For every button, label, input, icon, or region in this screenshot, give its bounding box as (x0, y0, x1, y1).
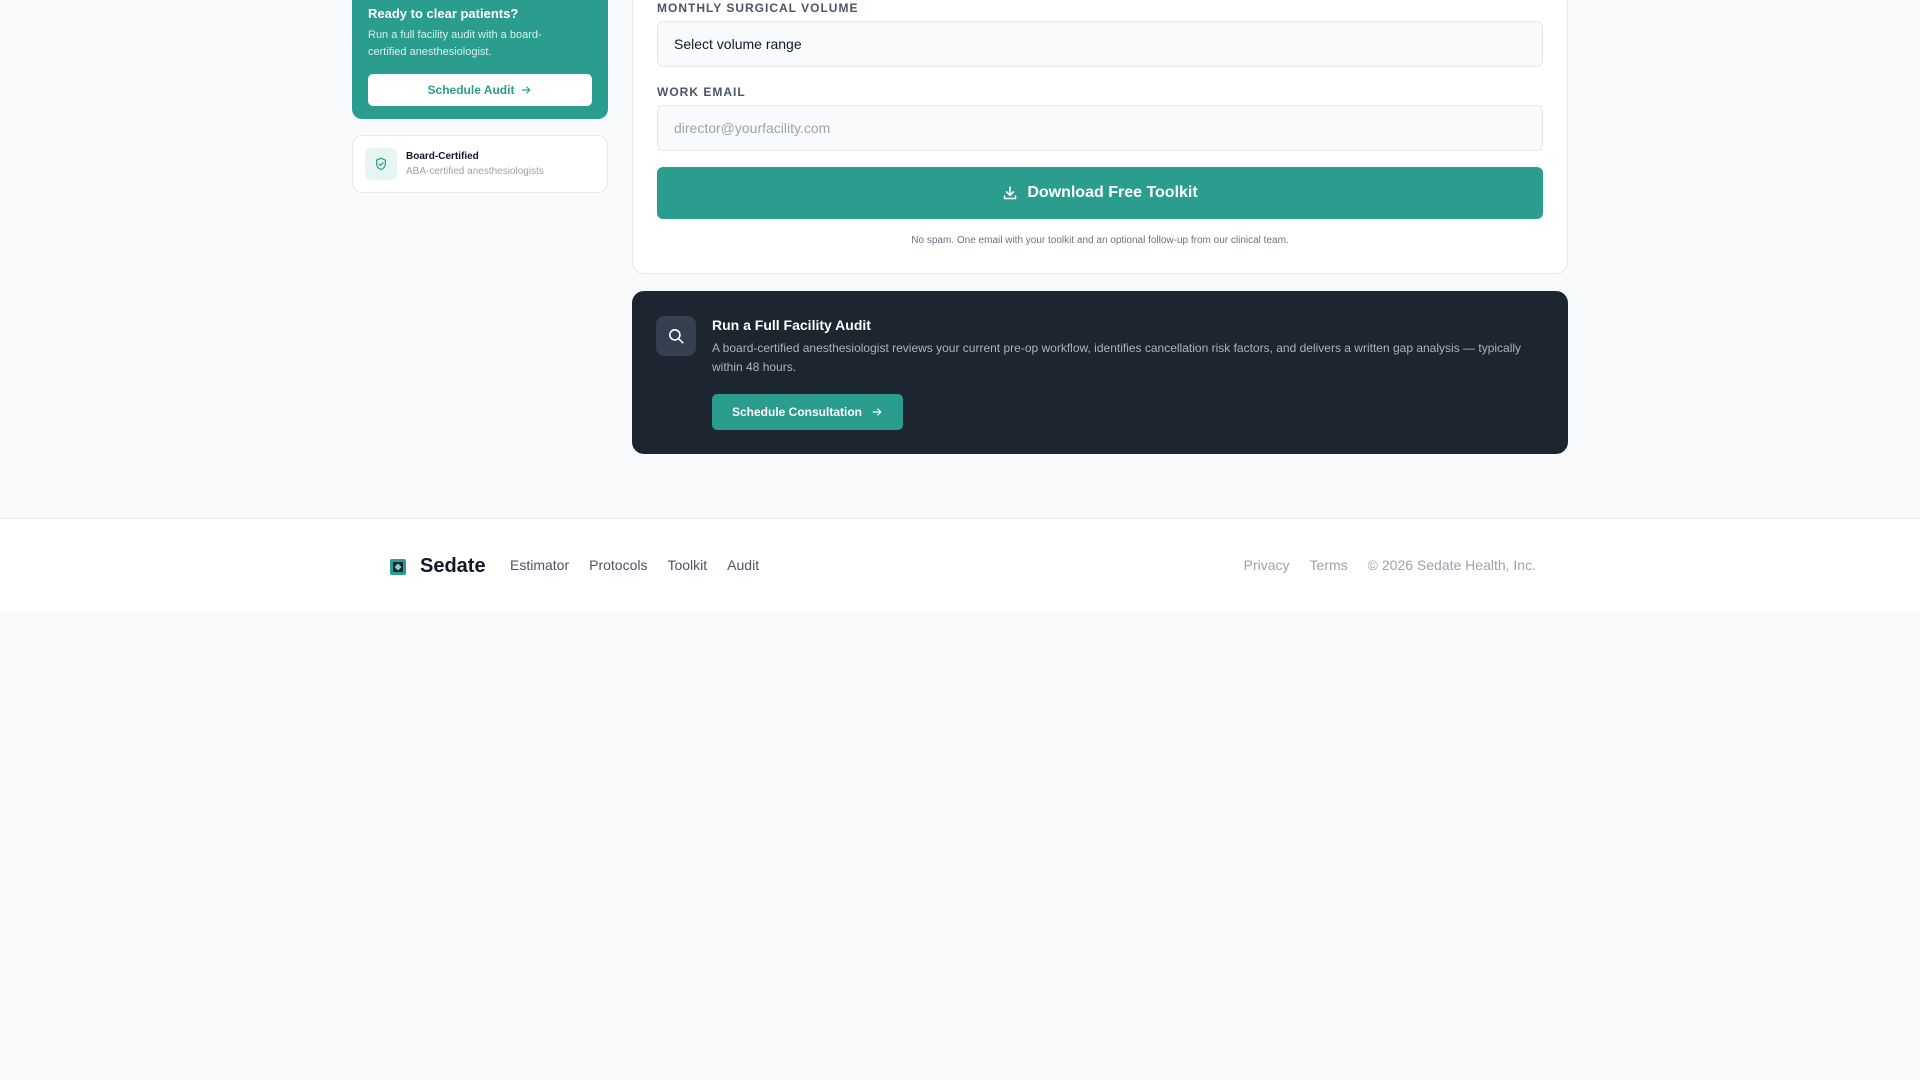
footer-link-terms[interactable]: Terms (1310, 557, 1348, 573)
download-toolkit-label: Download Free Toolkit (1027, 184, 1198, 201)
arrow-right-icon (522, 86, 531, 94)
trust-subtitle: ABA-certified anesthesiologists (406, 165, 544, 177)
footer-legal: Privacy Terms © 2026 Sedate Health, Inc. (1244, 557, 1536, 573)
volume-select[interactable]: Select volume range (657, 21, 1543, 67)
download-icon (1004, 186, 1017, 200)
arrow-right-icon (872, 408, 882, 416)
audit-description: A board-certified anesthesiologist revie… (712, 341, 1522, 374)
volume-label: MONTHLY SURGICAL VOLUME (657, 1, 859, 15)
cta-text: Run a full facility audit with a board-c… (368, 29, 542, 58)
board-certified-card: Board-Certified ABA-certified anesthesio… (352, 135, 608, 193)
schedule-audit-button[interactable]: Schedule Audit (368, 74, 592, 106)
disclaimer-text: No spam. One email with your toolkit and… (911, 235, 1289, 246)
search-icon (656, 316, 696, 356)
schedule-audit-label: Schedule Audit (427, 83, 515, 97)
toolkit-form-card: MONTHLY SURGICAL VOLUME Select volume ra… (632, 0, 1568, 274)
footer-link-toolkit[interactable]: Toolkit (667, 557, 707, 573)
download-toolkit-button[interactable]: Download Free Toolkit (657, 167, 1543, 219)
email-label: WORK EMAIL (657, 85, 746, 99)
trust-title: Board-Certified (406, 150, 479, 162)
schedule-consultation-label: Schedule Consultation (731, 405, 862, 419)
footer-link-audit[interactable]: Audit (727, 557, 759, 573)
shield-check-icon (365, 148, 397, 180)
footer-nav: Estimator Protocols Toolkit Audit (510, 557, 759, 573)
email-field[interactable]: director@yourfacility.com (657, 105, 1543, 151)
footer-link-estimator[interactable]: Estimator (510, 557, 569, 573)
brand-name: Sedate (420, 555, 486, 577)
footer: Sedate Estimator Protocols Toolkit Audit… (0, 518, 1920, 612)
audit-title: Run a Full Facility Audit (712, 317, 871, 333)
logo-icon (390, 558, 406, 575)
footer-link-protocols[interactable]: Protocols (589, 557, 647, 573)
facility-audit-card: Run a Full Facility Audit A board-certif… (632, 291, 1568, 454)
audit-cta-card: Ready to clear patients? Run a full faci… (352, 0, 608, 119)
cta-title: Ready to clear patients? (368, 6, 519, 21)
copyright-text: © 2026 Sedate Health, Inc. (1367, 557, 1536, 573)
schedule-consultation-button[interactable]: Schedule Consultation (712, 394, 903, 430)
footer-brand[interactable]: Sedate (390, 555, 486, 578)
footer-link-privacy[interactable]: Privacy (1244, 557, 1290, 573)
